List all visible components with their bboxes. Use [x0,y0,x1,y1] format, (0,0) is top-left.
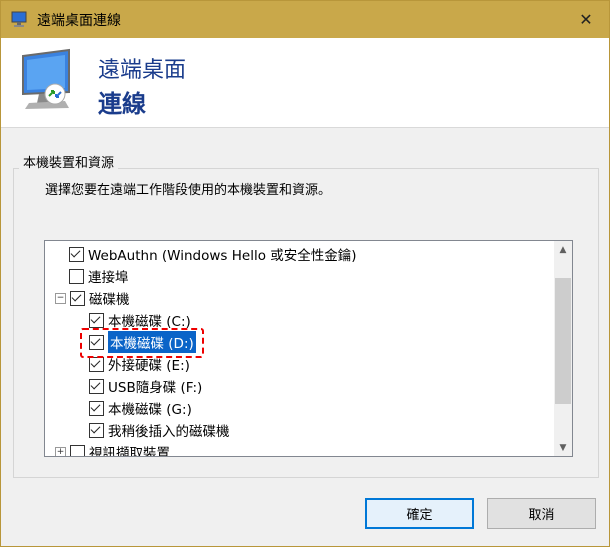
highlight-annotation [80,328,204,358]
tree-item-later-drives[interactable]: 我稍後插入的磁碟機 [89,419,230,441]
ok-button[interactable]: 確定 [365,498,474,529]
tree-item-label: 本機磁碟 (G:) [108,402,192,418]
vertical-scrollbar[interactable]: ▲ ▼ [554,241,572,456]
window-title: 遠端桌面連線 [37,13,121,29]
collapse-icon[interactable]: − [55,292,66,304]
remote-desktop-icon [11,11,27,27]
remote-desktop-monitor-icon [22,48,70,109]
banner-title-line1: 遠端桌面 [98,58,187,83]
group-label: 本機裝置和資源 [19,152,119,171]
drive-e-checkbox[interactable] [89,356,104,372]
drives-checkbox[interactable] [70,290,85,306]
drive-c-checkbox[interactable] [89,312,104,328]
banner-title-line2: 連線 [98,90,146,118]
tree-item-webauthn[interactable]: WebAuthn (Windows Hello 或安全性金鑰) [69,243,357,265]
tree-item-label: 我稍後插入的磁碟機 [108,424,230,440]
header-banner: 遠端桌面 連線 [1,38,609,128]
drive-g-checkbox[interactable] [89,400,104,416]
tree-item-label: 視訊擷取裝置 [89,446,170,457]
webauthn-checkbox[interactable] [69,246,84,262]
tree-item-label: WebAuthn (Windows Hello 或安全性金鑰) [88,248,357,264]
drive-f-checkbox[interactable] [89,378,104,394]
expand-icon[interactable]: + [55,446,66,456]
scroll-thumb[interactable] [555,278,571,404]
tree-item-drive-g[interactable]: 本機磁碟 (G:) [89,397,192,419]
tree-item-drives[interactable]: − 磁碟機 [55,287,130,309]
later-drives-checkbox[interactable] [89,422,104,438]
scroll-down-arrow-icon[interactable]: ▼ [554,439,572,456]
rdp-dialog-window: 遠端桌面連線 ✕ 遠端桌面 連線 本機裝置和資源 選擇您要在遠端工作階段使用的本… [0,0,610,547]
title-bar: 遠端桌面連線 ✕ [1,1,609,38]
video-capture-checkbox[interactable] [70,444,85,456]
tree-item-label: 連接埠 [88,270,129,286]
scroll-up-arrow-icon[interactable]: ▲ [554,241,572,258]
tree-item-label: 本機磁碟 (C:) [108,314,191,330]
tree-item-label: 磁碟機 [89,292,130,308]
tree-item-label: USB隨身碟 (F:) [108,380,203,396]
tree-item-ports[interactable]: 連接埠 [69,265,129,287]
tree-item-video-capture[interactable]: + 視訊擷取裝置 [55,441,170,457]
tree-item-drive-f[interactable]: USB隨身碟 (F:) [89,375,202,397]
close-button[interactable]: ✕ [563,1,609,38]
group-description: 選擇您要在遠端工作階段使用的本機裝置和資源。 [45,183,332,198]
cancel-button[interactable]: 取消 [487,498,596,529]
ports-checkbox[interactable] [69,268,84,284]
